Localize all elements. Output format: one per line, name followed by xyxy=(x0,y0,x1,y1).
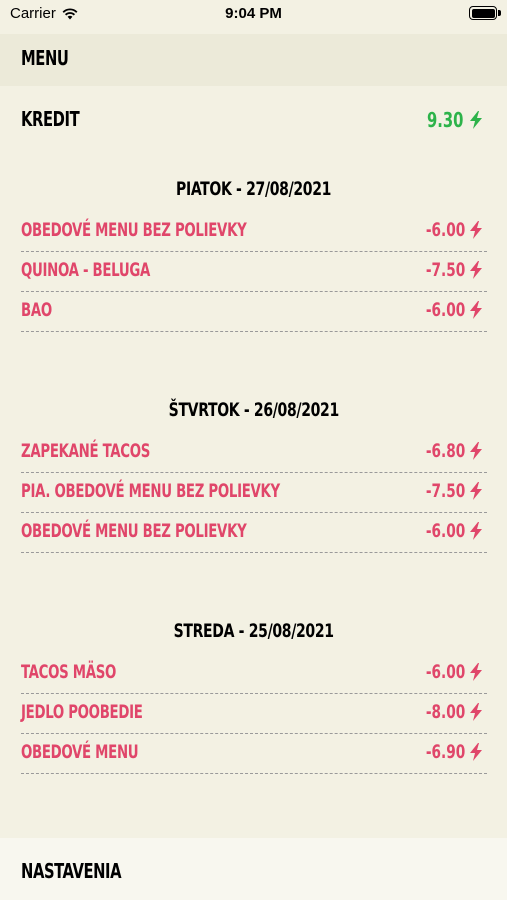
transaction-row[interactable]: OBEDOVÉ MENU BEZ POLIEVKY -6.00 xyxy=(21,513,487,553)
lightning-bolt-icon xyxy=(470,663,482,681)
item-name: JEDLO POOBEDIE xyxy=(21,701,143,723)
item-price: -6.80 xyxy=(416,440,483,462)
day-header: ŠTVRTOK - 26/08/2021 xyxy=(168,399,339,421)
item-name: TACOS MÄSO xyxy=(21,661,117,683)
credit-amount: 9.30 xyxy=(426,108,463,132)
lightning-bolt-icon xyxy=(470,743,482,761)
item-name: QUINOA - BELUGA xyxy=(21,259,150,281)
settings-button[interactable]: NASTAVENIA xyxy=(21,859,122,883)
lightning-bolt-icon xyxy=(470,482,482,500)
item-name: OBEDOVÉ MENU BEZ POLIEVKY xyxy=(21,520,247,542)
item-price: -6.90 xyxy=(416,741,483,763)
transaction-row[interactable]: OBEDOVÉ MENU BEZ POLIEVKY -6.00 xyxy=(21,212,487,252)
item-name: OBEDOVÉ MENU xyxy=(21,741,139,763)
transaction-row[interactable]: QUINOA - BELUGA -7.50 xyxy=(21,252,487,292)
item-price: -6.00 xyxy=(416,661,483,683)
item-price: -7.50 xyxy=(416,259,483,281)
transaction-row[interactable]: TACOS MÄSO -6.00 xyxy=(21,654,487,694)
credit-value: 9.30 xyxy=(419,107,483,133)
lightning-bolt-icon xyxy=(470,111,482,129)
item-name: BAO xyxy=(21,299,52,321)
item-price: -7.50 xyxy=(416,480,483,502)
item-name: PIA. OBEDOVÉ MENU BEZ POLIEVKY xyxy=(21,480,280,502)
page-title: MENU xyxy=(21,46,69,70)
lightning-bolt-icon xyxy=(470,221,482,239)
status-time: 9:04 PM xyxy=(225,5,282,22)
battery-icon xyxy=(469,6,501,20)
credit-label: KREDIT xyxy=(21,107,80,131)
item-name: ZAPEKANÉ TACOS xyxy=(21,440,151,462)
transaction-row[interactable]: PIA. OBEDOVÉ MENU BEZ POLIEVKY -7.50 xyxy=(21,473,487,513)
lightning-bolt-icon xyxy=(470,442,482,460)
lightning-bolt-icon xyxy=(470,703,482,721)
item-price: -6.00 xyxy=(416,520,483,542)
transaction-row[interactable]: JEDLO POOBEDIE -8.00 xyxy=(21,694,487,734)
lightning-bolt-icon xyxy=(470,261,482,279)
transaction-row[interactable]: ZAPEKANÉ TACOS -6.80 xyxy=(21,433,487,473)
transaction-row[interactable]: OBEDOVÉ MENU -6.90 xyxy=(21,734,487,774)
header-bar xyxy=(0,34,507,86)
status-bar: Carrier 9:04 PM xyxy=(0,0,507,30)
lightning-bolt-icon xyxy=(470,522,482,540)
item-name: OBEDOVÉ MENU BEZ POLIEVKY xyxy=(21,219,247,241)
transaction-row[interactable]: BAO -6.00 xyxy=(21,292,487,332)
item-price: -6.00 xyxy=(416,299,483,321)
lightning-bolt-icon xyxy=(470,301,482,319)
item-price: -8.00 xyxy=(416,701,483,723)
day-header: PIATOK - 27/08/2021 xyxy=(175,178,332,200)
day-header: STREDA - 25/08/2021 xyxy=(173,620,334,642)
item-price: -6.00 xyxy=(416,219,483,241)
